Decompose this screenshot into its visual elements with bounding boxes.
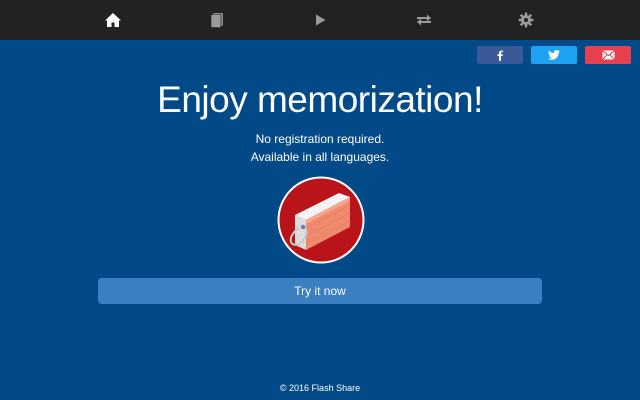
share-twitter-button[interactable] <box>531 46 577 64</box>
hero-subtitle-line-2: Available in all languages. <box>250 150 390 164</box>
share-email-button[interactable] <box>585 46 631 64</box>
flashcard-logo-icon <box>277 176 365 264</box>
top-navbar <box>0 0 640 40</box>
try-it-now-button[interactable]: Try it now <box>98 278 542 304</box>
footer-copyright: © 2016 Flash Share <box>279 383 361 393</box>
gear-icon <box>518 12 534 28</box>
app-root: Enjoy memorization! No registration requ… <box>0 0 640 400</box>
hero-title: Enjoy memorization! <box>157 79 483 120</box>
share-facebook-button[interactable] <box>477 46 523 64</box>
nav-play-button[interactable] <box>307 8 333 32</box>
nav-sync-button[interactable] <box>411 8 437 32</box>
nav-home-button[interactable] <box>100 8 126 32</box>
home-icon <box>105 13 121 27</box>
play-icon <box>316 14 326 26</box>
facebook-icon <box>497 50 503 61</box>
email-icon <box>601 50 615 60</box>
cards-icon <box>210 13 223 28</box>
nav-decks-button[interactable] <box>204 8 230 32</box>
twitter-icon <box>548 50 560 60</box>
transfer-arrows-icon <box>417 14 431 26</box>
nav-settings-button[interactable] <box>513 8 539 32</box>
hero-subtitle-line-1: No registration required. <box>255 132 385 146</box>
